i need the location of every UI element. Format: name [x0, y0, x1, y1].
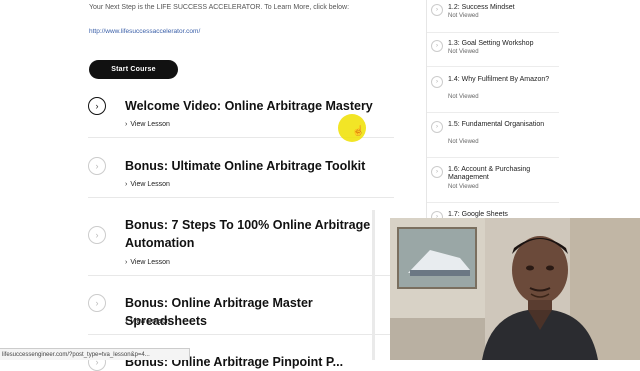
accelerator-link[interactable]: http://www.lifesuccessaccelerator.com/: [89, 28, 200, 35]
view-lesson-link[interactable]: › View Lesson: [125, 318, 170, 325]
webcam-overlay: [390, 218, 640, 360]
divider: [427, 202, 559, 203]
chevron-right-icon: ›: [125, 259, 128, 266]
chevron-right-icon: ›: [431, 4, 443, 16]
sidebar-item-title[interactable]: 1.5: Fundamental Organisation: [448, 121, 558, 129]
browser-status-bar: lifesuccessengineer.com/?post_type=tva_l…: [0, 348, 190, 360]
lesson-list-panel: Your Next Step is the LIFE SUCCESS ACCEL…: [0, 0, 416, 371]
sidebar-item-status: Not Viewed: [448, 13, 479, 19]
chevron-right-icon: ›: [431, 40, 443, 52]
start-course-button[interactable]: Start Course: [89, 60, 178, 79]
presenter-video-image: [390, 218, 640, 360]
divider: [427, 32, 559, 33]
sidebar-item-title[interactable]: 1.6: Account & Purchasing Management: [448, 166, 558, 182]
sidebar-item-title[interactable]: 1.3: Goal Setting Workshop: [448, 40, 558, 48]
chevron-right-icon[interactable]: ›: [88, 294, 106, 312]
chevron-right-icon: ›: [125, 181, 128, 188]
chevron-right-icon: ›: [431, 166, 443, 178]
divider: [427, 157, 559, 158]
divider: [88, 334, 394, 335]
divider: [427, 112, 559, 113]
view-lesson-link[interactable]: › View Lesson: [125, 121, 170, 128]
view-lesson-link[interactable]: › View Lesson: [125, 259, 170, 266]
mouse-cursor-icon: ☝: [352, 126, 365, 137]
chevron-right-icon[interactable]: ›: [88, 226, 106, 244]
chevron-right-icon: ›: [125, 318, 128, 325]
divider: [88, 197, 394, 198]
chevron-right-icon: ›: [125, 121, 128, 128]
divider: [427, 66, 559, 67]
chevron-right-icon[interactable]: ›: [88, 97, 106, 115]
lesson-title[interactable]: Bonus: Ultimate Online Arbitrage Toolkit: [125, 157, 385, 175]
sidebar-item-status: Not Viewed: [448, 139, 479, 145]
sidebar-item-status: Not Viewed: [448, 184, 479, 190]
divider: [88, 275, 394, 276]
chevron-right-icon: ›: [431, 76, 443, 88]
lesson-title[interactable]: Bonus: 7 Steps To 100% Online Arbitrage …: [125, 216, 385, 252]
sidebar-item-title[interactable]: 1.2: Success Mindset: [448, 4, 558, 12]
sidebar-item-title[interactable]: 1.4: Why Fulfilment By Amazon?: [448, 76, 558, 84]
chevron-right-icon: ›: [431, 121, 443, 133]
sidebar-item-status: Not Viewed: [448, 49, 479, 55]
chevron-right-icon[interactable]: ›: [88, 157, 106, 175]
intro-text: Your Next Step is the LIFE SUCCESS ACCEL…: [89, 4, 350, 11]
lesson-title[interactable]: Welcome Video: Online Arbitrage Mastery: [125, 97, 385, 115]
view-lesson-link[interactable]: › View Lesson: [125, 181, 170, 188]
scrollbar[interactable]: [372, 210, 375, 360]
sidebar-item-status: Not Viewed: [448, 94, 479, 100]
